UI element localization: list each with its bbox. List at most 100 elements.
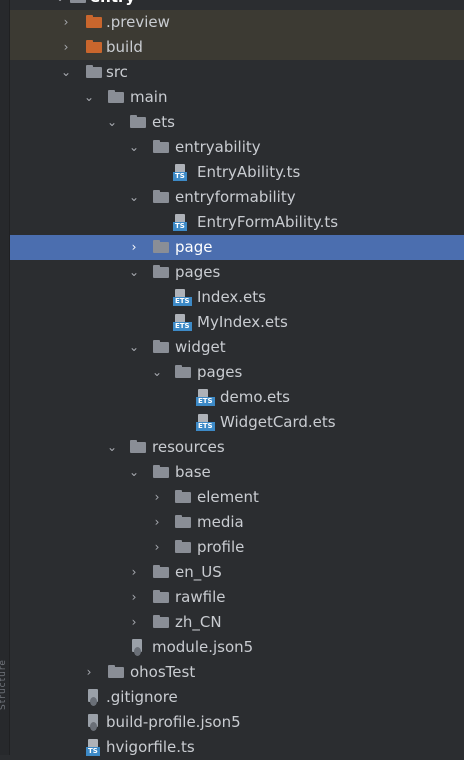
tree-row-ohostest[interactable]: › ohosTest <box>10 660 464 685</box>
folder-icon <box>86 15 102 29</box>
chevron-right-icon[interactable]: › <box>58 35 74 60</box>
chevron-down-icon[interactable]: ⌄ <box>149 360 165 385</box>
tree-row-widget[interactable]: ⌄ widget <box>10 335 464 360</box>
project-tree: ⌄ entry › .preview › build ⌄ src ⌄ main … <box>10 0 464 760</box>
tree-item-label: page <box>175 238 213 256</box>
ts-file-icon: TS <box>173 214 189 231</box>
folder-icon <box>153 340 169 354</box>
tree-row-entryformability[interactable]: ⌄ entryformability <box>10 185 464 210</box>
tree-item-label: MyIndex.ets <box>197 313 288 331</box>
chevron-down-icon[interactable]: ⌄ <box>126 460 142 485</box>
json-file-icon <box>86 714 102 731</box>
chevron-down-icon[interactable]: ⌄ <box>126 260 142 285</box>
tree-row-src[interactable]: ⌄ src <box>10 60 464 85</box>
tree-row-entryability-ts[interactable]: TS EntryAbility.ts <box>10 160 464 185</box>
tree-row-widgetcard-ets[interactable]: ETS WidgetCard.ets <box>10 410 464 435</box>
folder-icon <box>175 365 191 379</box>
tree-row-main[interactable]: ⌄ main <box>10 85 464 110</box>
chevron-down-icon[interactable]: ⌄ <box>58 60 74 85</box>
tree-item-label: EntryAbility.ts <box>197 163 301 181</box>
tree-row-demo-ets[interactable]: ETS demo.ets <box>10 385 464 410</box>
folder-icon <box>70 0 86 4</box>
chevron-down-icon[interactable]: ⌄ <box>126 185 142 210</box>
tree-item-label: WidgetCard.ets <box>220 413 336 431</box>
tree-row-base[interactable]: ⌄ base <box>10 460 464 485</box>
ets-file-icon: ETS <box>196 389 215 406</box>
tree-row-entryformability-ts[interactable]: TS EntryFormAbility.ts <box>10 210 464 235</box>
chevron-right-icon[interactable]: › <box>149 535 165 560</box>
tree-row-widget-pages[interactable]: ⌄ pages <box>10 360 464 385</box>
tree-row-index-ets[interactable]: ETS Index.ets <box>10 285 464 310</box>
tree-row-hvigorfile[interactable]: TS hvigorfile.ts <box>10 735 464 760</box>
ts-file-icon: TS <box>173 164 189 181</box>
chevron-right-icon[interactable]: › <box>126 235 142 260</box>
folder-icon <box>86 65 102 79</box>
chevron-down-icon[interactable]: ⌄ <box>104 435 120 460</box>
tree-row-module-json5[interactable]: module.json5 <box>10 635 464 660</box>
tree-item-label: entryability <box>175 138 261 156</box>
chevron-right-icon[interactable]: › <box>126 610 142 635</box>
tree-item-label: zh_CN <box>175 613 222 631</box>
tree-row-page[interactable]: › page <box>10 235 464 260</box>
tree-item-label: src <box>106 63 128 81</box>
chevron-down-icon[interactable]: ⌄ <box>104 110 120 135</box>
chevron-right-icon[interactable]: › <box>149 485 165 510</box>
tree-item-label: EntryFormAbility.ts <box>197 213 339 231</box>
chevron-right-icon[interactable]: › <box>58 10 74 35</box>
chevron-down-icon[interactable]: ⌄ <box>126 135 142 160</box>
tree-item-label: ohosTest <box>130 663 196 681</box>
folder-icon <box>130 440 146 454</box>
chevron-down-icon[interactable]: ⌄ <box>81 85 97 110</box>
folder-icon <box>153 240 169 254</box>
folder-icon <box>153 565 169 579</box>
tree-row-preview[interactable]: › .preview <box>10 10 464 35</box>
tree-row-element[interactable]: › element <box>10 485 464 510</box>
tree-row-entry[interactable]: ⌄ entry <box>10 0 464 10</box>
tree-row-ets[interactable]: ⌄ ets <box>10 110 464 135</box>
folder-icon <box>153 265 169 279</box>
tree-item-label: .gitignore <box>106 688 178 706</box>
json-file-icon <box>130 639 146 656</box>
tree-item-label: main <box>130 88 168 106</box>
gitignore-file-icon <box>86 689 102 706</box>
tree-row-zh-cn[interactable]: › zh_CN <box>10 610 464 635</box>
folder-icon <box>175 490 191 504</box>
ets-file-icon: ETS <box>196 414 215 431</box>
tree-item-label: profile <box>197 538 245 556</box>
folder-icon <box>153 190 169 204</box>
tree-row-en-us[interactable]: › en_US <box>10 560 464 585</box>
ets-file-icon: ETS <box>173 289 192 306</box>
tree-row-profile[interactable]: › profile <box>10 535 464 560</box>
tree-row-build-profile[interactable]: build-profile.json5 <box>10 710 464 735</box>
ets-file-icon: ETS <box>173 314 192 331</box>
tree-row-entryability[interactable]: ⌄ entryability <box>10 135 464 160</box>
tree-item-label: widget <box>175 338 226 356</box>
tree-item-label: media <box>197 513 244 531</box>
tree-row-build[interactable]: › build <box>10 35 464 60</box>
structure-tab-label[interactable]: Structure <box>0 600 10 710</box>
tree-row-myindex-ets[interactable]: ETS MyIndex.ets <box>10 310 464 335</box>
chevron-right-icon[interactable]: › <box>149 510 165 535</box>
folder-icon <box>153 590 169 604</box>
tree-row-media[interactable]: › media <box>10 510 464 535</box>
chevron-right-icon[interactable]: › <box>126 585 142 610</box>
folder-icon <box>86 40 102 54</box>
chevron-right-icon[interactable]: › <box>81 660 97 685</box>
tree-row-rawfile[interactable]: › rawfile <box>10 585 464 610</box>
tree-item-label: pages <box>197 363 243 381</box>
folder-icon <box>108 665 124 679</box>
tree-item-label: ets <box>152 113 175 131</box>
chevron-right-icon[interactable]: › <box>126 560 142 585</box>
chevron-down-icon[interactable]: ⌄ <box>52 0 68 10</box>
chevron-down-icon[interactable]: ⌄ <box>126 335 142 360</box>
tree-row-gitignore[interactable]: .gitignore <box>10 685 464 710</box>
tree-row-pages[interactable]: ⌄ pages <box>10 260 464 285</box>
tree-item-label: hvigorfile.ts <box>106 738 195 756</box>
tree-row-resources[interactable]: ⌄ resources <box>10 435 464 460</box>
tree-item-label: element <box>197 488 259 506</box>
tree-item-label: demo.ets <box>220 388 290 406</box>
tree-item-label: en_US <box>175 563 222 581</box>
tree-item-label: entryformability <box>175 188 296 206</box>
folder-icon <box>175 540 191 554</box>
folder-icon <box>108 90 124 104</box>
